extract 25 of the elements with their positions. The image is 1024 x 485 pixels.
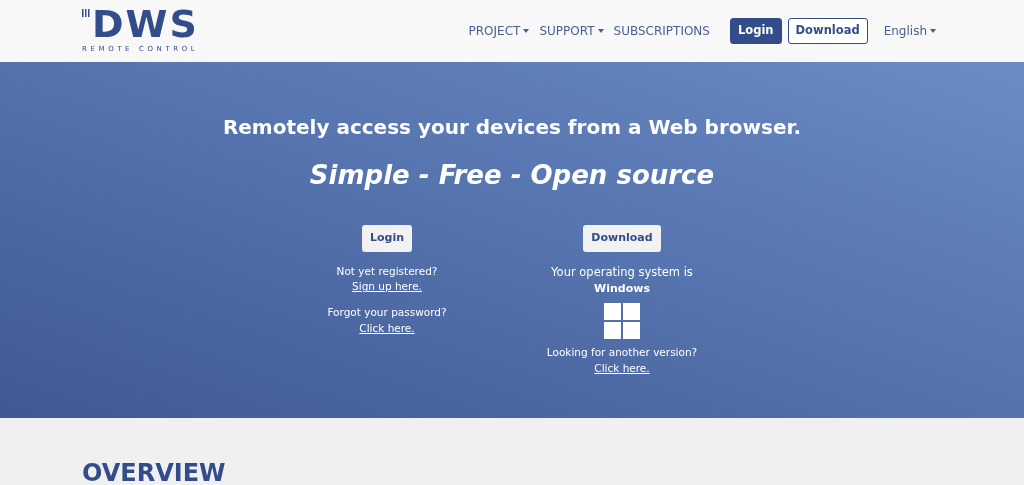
login-button[interactable]: Login [361, 225, 412, 252]
tagline: Simple - Free - Open source [309, 159, 715, 192]
nav-dropdown[interactable]: SUPPORT [539, 22, 604, 40]
sign-up-link[interactable]: Sign up here. [352, 279, 422, 295]
headline: Remotely access your devices from a Web browser. [222, 114, 802, 141]
other-version-prompt: Looking for another version? [546, 345, 698, 361]
caret-icon [597, 29, 604, 33]
other-version-link[interactable]: Click here. [594, 361, 650, 377]
forgot-password-prompt: Forgot your password? [327, 305, 447, 320]
caret-icon [930, 29, 936, 33]
reset-password-link[interactable]: Click here. [359, 320, 415, 337]
login-button[interactable]: Login [729, 18, 782, 44]
download-button[interactable]: Download [583, 225, 661, 252]
nav-dropdown[interactable]: PROJECT [468, 22, 530, 40]
os-name: Windows [594, 280, 650, 297]
section-title: OVERVIEW [82, 462, 227, 484]
nav-link[interactable]: SUBSCRIPTIONS [613, 22, 710, 40]
os-text: Your operating system is [551, 263, 693, 281]
logo-wordmark: DWS [92, 7, 199, 42]
caret-icon [523, 29, 530, 33]
download-button[interactable]: Download [787, 18, 868, 44]
language-dropdown[interactable]: English [883, 22, 936, 40]
register-prompt: Not yet registered? [336, 263, 438, 279]
bars-icon [82, 9, 90, 18]
windows-logo-icon [604, 303, 640, 340]
